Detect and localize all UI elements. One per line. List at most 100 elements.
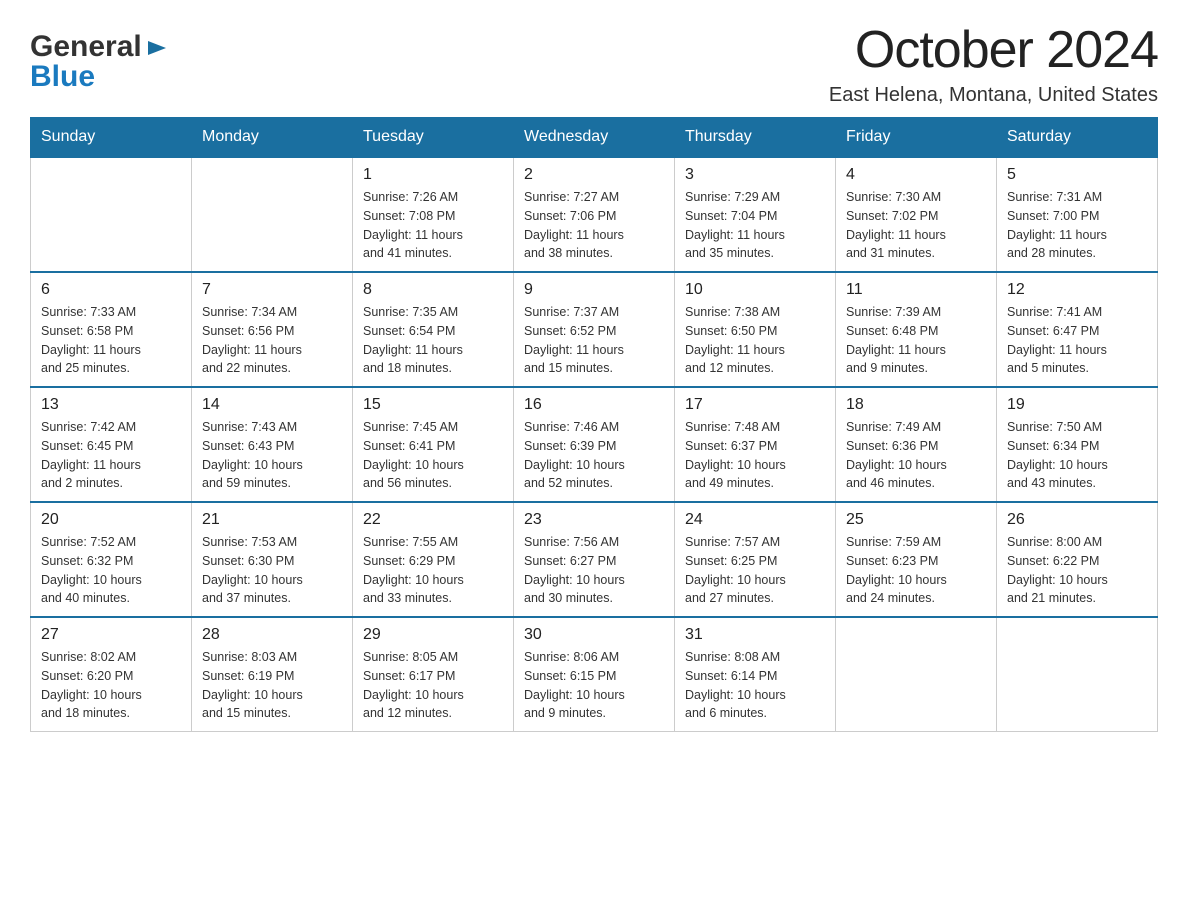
calendar-cell: 19 Sunrise: 7:50 AM Sunset: 6:34 PM Dayli… (997, 387, 1158, 502)
calendar-cell: 4 Sunrise: 7:30 AM Sunset: 7:02 PM Daylig… (836, 157, 997, 272)
day-info: Sunrise: 7:53 AM Sunset: 6:30 PM Dayligh… (202, 533, 342, 608)
location: East Helena, Montana, United States (829, 84, 1158, 107)
day-number: 4 (846, 166, 986, 184)
day-number: 29 (363, 626, 503, 644)
day-number: 13 (41, 396, 181, 414)
logo-general: General (30, 30, 142, 64)
day-info: Sunrise: 7:49 AM Sunset: 6:36 PM Dayligh… (846, 418, 986, 493)
month-title: October 2024 (829, 20, 1158, 80)
calendar-cell: 10Sunrise: 7:38 AM Sunset: 6:50 PM Dayli… (675, 272, 836, 387)
calendar-cell: 2 Sunrise: 7:27 AM Sunset: 7:06 PM Daylig… (514, 157, 675, 272)
logo-arrow-icon (146, 37, 168, 64)
day-info: Sunrise: 7:43 AM Sunset: 6:43 PM Dayligh… (202, 418, 342, 493)
day-info: Sunrise: 7:31 AM Sunset: 7:00 PM Dayligh… (1007, 188, 1147, 263)
day-info: Sunrise: 7:37 AM Sunset: 6:52 PM Dayligh… (524, 303, 664, 378)
calendar-cell: 30 Sunrise: 8:06 AM Sunset: 6:15 PM Dayli… (514, 617, 675, 732)
day-number: 12 (1007, 281, 1147, 299)
calendar-cell: 29Sunrise: 8:05 AM Sunset: 6:17 PM Dayli… (353, 617, 514, 732)
calendar-cell: 7 Sunrise: 7:34 AM Sunset: 6:56 PM Daylig… (192, 272, 353, 387)
calendar-cell: 9 Sunrise: 7:37 AM Sunset: 6:52 PM Daylig… (514, 272, 675, 387)
day-info: Sunrise: 7:38 AM Sunset: 6:50 PM Dayligh… (685, 303, 825, 378)
calendar-table: SundayMondayTuesdayWednesdayThursdayFrid… (30, 117, 1158, 732)
day-number: 26 (1007, 511, 1147, 529)
day-number: 5 (1007, 166, 1147, 184)
calendar-cell: 18Sunrise: 7:49 AM Sunset: 6:36 PM Dayli… (836, 387, 997, 502)
calendar-cell (192, 157, 353, 272)
page-header: General Blue October 2024 East Helena, M… (30, 20, 1158, 107)
calendar-cell: 26 Sunrise: 8:00 AM Sunset: 6:22 PM Dayli… (997, 502, 1158, 617)
column-header-thursday: Thursday (675, 118, 836, 158)
day-number: 9 (524, 281, 664, 299)
column-header-monday: Monday (192, 118, 353, 158)
calendar-cell: 27 Sunrise: 8:02 AM Sunset: 6:20 PM Dayli… (31, 617, 192, 732)
logo-blue: Blue (30, 60, 95, 94)
day-info: Sunrise: 8:06 AM Sunset: 6:15 PM Dayligh… (524, 648, 664, 723)
day-info: Sunrise: 8:03 AM Sunset: 6:19 PM Dayligh… (202, 648, 342, 723)
calendar-cell: 12Sunrise: 7:41 AM Sunset: 6:47 PM Dayli… (997, 272, 1158, 387)
calendar-cell: 15 Sunrise: 7:45 AM Sunset: 6:41 PM Dayli… (353, 387, 514, 502)
calendar-week-2: 6Sunrise: 7:33 AM Sunset: 6:58 PM Daylig… (31, 272, 1158, 387)
day-number: 22 (363, 511, 503, 529)
day-number: 21 (202, 511, 342, 529)
day-number: 25 (846, 511, 986, 529)
calendar-week-5: 27 Sunrise: 8:02 AM Sunset: 6:20 PM Dayli… (31, 617, 1158, 732)
calendar-cell: 1 Sunrise: 7:26 AM Sunset: 7:08 PM Daylig… (353, 157, 514, 272)
day-info: Sunrise: 7:39 AM Sunset: 6:48 PM Dayligh… (846, 303, 986, 378)
day-number: 23 (524, 511, 664, 529)
day-info: Sunrise: 7:30 AM Sunset: 7:02 PM Dayligh… (846, 188, 986, 263)
logo: General Blue (30, 30, 168, 94)
day-info: Sunrise: 8:02 AM Sunset: 6:20 PM Dayligh… (41, 648, 181, 723)
day-number: 1 (363, 166, 503, 184)
calendar-cell: 5 Sunrise: 7:31 AM Sunset: 7:00 PM Daylig… (997, 157, 1158, 272)
day-info: Sunrise: 7:56 AM Sunset: 6:27 PM Dayligh… (524, 533, 664, 608)
calendar-cell: 21 Sunrise: 7:53 AM Sunset: 6:30 PM Dayli… (192, 502, 353, 617)
day-info: Sunrise: 7:55 AM Sunset: 6:29 PM Dayligh… (363, 533, 503, 608)
calendar-cell: 16Sunrise: 7:46 AM Sunset: 6:39 PM Dayli… (514, 387, 675, 502)
calendar-cell: 14Sunrise: 7:43 AM Sunset: 6:43 PM Dayli… (192, 387, 353, 502)
calendar-cell (836, 617, 997, 732)
calendar-cell: 24Sunrise: 7:57 AM Sunset: 6:25 PM Dayli… (675, 502, 836, 617)
calendar-cell: 23 Sunrise: 7:56 AM Sunset: 6:27 PM Dayli… (514, 502, 675, 617)
day-number: 2 (524, 166, 664, 184)
day-number: 28 (202, 626, 342, 644)
day-info: Sunrise: 7:50 AM Sunset: 6:34 PM Dayligh… (1007, 418, 1147, 493)
calendar-cell: 22 Sunrise: 7:55 AM Sunset: 6:29 PM Dayli… (353, 502, 514, 617)
day-number: 27 (41, 626, 181, 644)
day-number: 19 (1007, 396, 1147, 414)
column-header-friday: Friday (836, 118, 997, 158)
calendar-cell: 28 Sunrise: 8:03 AM Sunset: 6:19 PM Dayli… (192, 617, 353, 732)
day-info: Sunrise: 7:29 AM Sunset: 7:04 PM Dayligh… (685, 188, 825, 263)
day-info: Sunrise: 7:26 AM Sunset: 7:08 PM Dayligh… (363, 188, 503, 263)
day-number: 3 (685, 166, 825, 184)
column-header-sunday: Sunday (31, 118, 192, 158)
day-number: 11 (846, 281, 986, 299)
calendar-week-3: 13Sunrise: 7:42 AM Sunset: 6:45 PM Dayli… (31, 387, 1158, 502)
column-header-tuesday: Tuesday (353, 118, 514, 158)
calendar-week-4: 20 Sunrise: 7:52 AM Sunset: 6:32 PM Dayli… (31, 502, 1158, 617)
day-number: 8 (363, 281, 503, 299)
day-info: Sunrise: 7:48 AM Sunset: 6:37 PM Dayligh… (685, 418, 825, 493)
calendar-week-1: 1 Sunrise: 7:26 AM Sunset: 7:08 PM Daylig… (31, 157, 1158, 272)
day-number: 15 (363, 396, 503, 414)
calendar-cell: 20 Sunrise: 7:52 AM Sunset: 6:32 PM Dayli… (31, 502, 192, 617)
day-number: 20 (41, 511, 181, 529)
column-header-wednesday: Wednesday (514, 118, 675, 158)
day-number: 6 (41, 281, 181, 299)
day-number: 30 (524, 626, 664, 644)
day-info: Sunrise: 7:45 AM Sunset: 6:41 PM Dayligh… (363, 418, 503, 493)
calendar-header-row: SundayMondayTuesdayWednesdayThursdayFrid… (31, 118, 1158, 158)
day-info: Sunrise: 7:57 AM Sunset: 6:25 PM Dayligh… (685, 533, 825, 608)
day-number: 7 (202, 281, 342, 299)
calendar-cell: 17Sunrise: 7:48 AM Sunset: 6:37 PM Dayli… (675, 387, 836, 502)
day-info: Sunrise: 7:34 AM Sunset: 6:56 PM Dayligh… (202, 303, 342, 378)
column-header-saturday: Saturday (997, 118, 1158, 158)
day-info: Sunrise: 8:00 AM Sunset: 6:22 PM Dayligh… (1007, 533, 1147, 608)
calendar-cell (31, 157, 192, 272)
calendar-cell: 6Sunrise: 7:33 AM Sunset: 6:58 PM Daylig… (31, 272, 192, 387)
calendar-cell: 8Sunrise: 7:35 AM Sunset: 6:54 PM Daylig… (353, 272, 514, 387)
day-info: Sunrise: 7:27 AM Sunset: 7:06 PM Dayligh… (524, 188, 664, 263)
calendar-cell: 3 Sunrise: 7:29 AM Sunset: 7:04 PM Daylig… (675, 157, 836, 272)
day-number: 16 (524, 396, 664, 414)
day-number: 31 (685, 626, 825, 644)
day-info: Sunrise: 7:52 AM Sunset: 6:32 PM Dayligh… (41, 533, 181, 608)
